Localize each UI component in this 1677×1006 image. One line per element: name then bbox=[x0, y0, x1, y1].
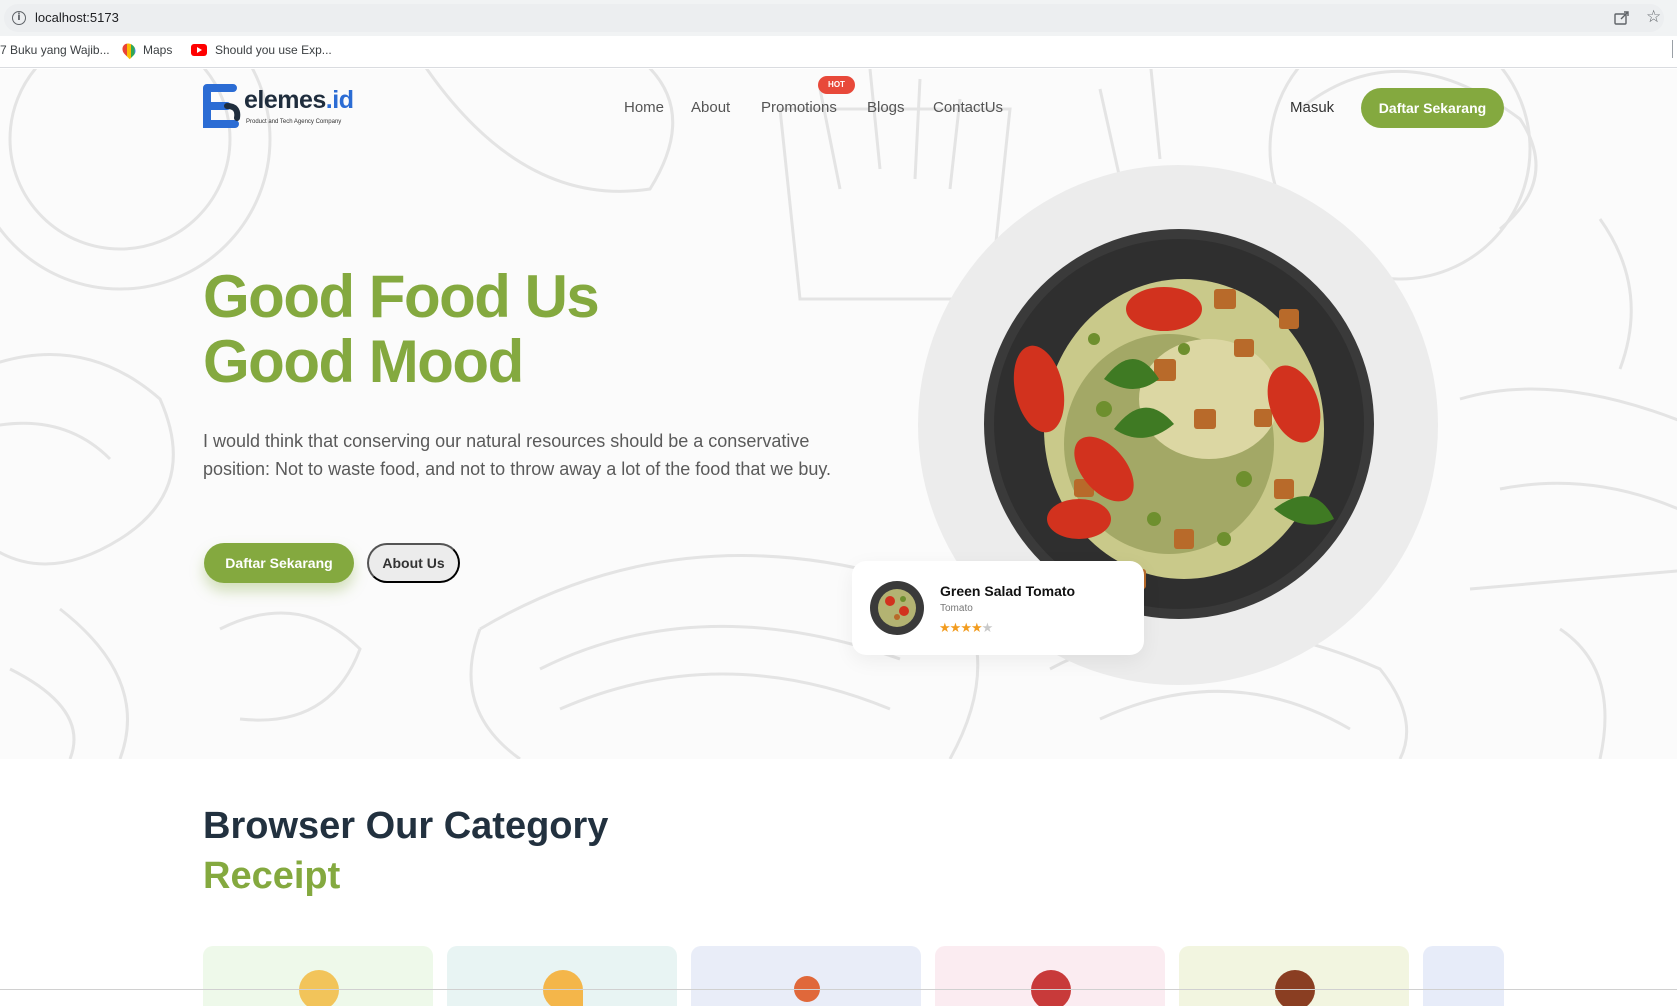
register-button[interactable]: Daftar Sekarang bbox=[1361, 88, 1504, 128]
site-info-icon[interactable]: i bbox=[12, 11, 26, 25]
about-us-button[interactable]: About Us bbox=[367, 543, 460, 583]
nav-link-home[interactable]: Home bbox=[624, 99, 664, 116]
taco-icon bbox=[543, 970, 583, 1006]
dish-title: Green Salad Tomato bbox=[940, 583, 1076, 599]
featured-dish-card[interactable]: Green Salad Tomato Tomato ★★★★★ bbox=[852, 561, 1144, 655]
bookmark-label: 7 Buku yang Wajib... bbox=[0, 43, 110, 57]
bookmark-item[interactable]: 7 Buku yang Wajib... bbox=[0, 43, 110, 57]
category-card[interactable] bbox=[691, 946, 921, 1006]
login-link[interactable]: Masuk bbox=[1290, 99, 1334, 116]
hero-description: I would think that conserving our natura… bbox=[203, 431, 832, 479]
logo-text-suffix: .id bbox=[325, 86, 354, 114]
logo-wordmark[interactable]: elemes.id bbox=[244, 86, 354, 115]
logo-text: elemes bbox=[244, 86, 326, 114]
share-icon[interactable] bbox=[1613, 9, 1631, 27]
category-card[interactable] bbox=[935, 946, 1165, 1006]
category-title: Browser Our Category bbox=[203, 805, 609, 847]
star-filled-icon: ★ bbox=[939, 621, 951, 636]
category-subtitle: Receipt bbox=[203, 855, 341, 897]
category-card[interactable] bbox=[1423, 946, 1504, 1006]
browser-url-bar: i localhost:5173 ☆ bbox=[0, 0, 1677, 36]
bookmarks-divider bbox=[1672, 40, 1673, 58]
nav-link-promotions[interactable]: Promotions bbox=[761, 99, 837, 116]
nav-link-blogs[interactable]: Blogs bbox=[867, 99, 905, 116]
logo-subtitle: Product and Tech Agency Company bbox=[246, 119, 342, 125]
star-filled-icon: ★ bbox=[949, 621, 962, 636]
bookmark-label: Should you use Exp... bbox=[215, 43, 332, 57]
cookie-icon bbox=[299, 970, 339, 1006]
elemes-logo-icon bbox=[203, 84, 241, 128]
hero-register-button[interactable]: Daftar Sekarang bbox=[204, 543, 354, 583]
hot-badge: HOT bbox=[818, 76, 855, 94]
url-text[interactable]: localhost:5173 bbox=[35, 10, 119, 25]
maps-icon bbox=[119, 40, 139, 60]
bookmark-youtube[interactable]: Should you use Exp... bbox=[191, 43, 332, 57]
headline-line-1: Good Food Us bbox=[203, 263, 600, 330]
meat-icon bbox=[1031, 970, 1071, 1006]
burger-icon bbox=[1275, 970, 1315, 1006]
rating-stars: ★★★★★ bbox=[939, 621, 994, 636]
dish-thumbnail bbox=[870, 581, 924, 635]
bookmark-maps[interactable]: Maps bbox=[119, 40, 173, 60]
category-card[interactable] bbox=[203, 946, 433, 1006]
youtube-icon bbox=[191, 44, 207, 56]
hero-headline: Good Food Us Good Mood bbox=[203, 263, 600, 395]
nav-link-contact[interactable]: ContactUs bbox=[933, 99, 1003, 116]
star-empty-icon: ★ bbox=[981, 621, 994, 636]
dish-subtitle: Tomato bbox=[940, 603, 973, 614]
bookmark-star-icon[interactable]: ☆ bbox=[1646, 7, 1664, 26]
address-field[interactable] bbox=[4, 4, 1664, 32]
star-filled-icon: ★ bbox=[960, 621, 972, 636]
bookmarks-bar: 7 Buku yang Wajib... Maps Should you use… bbox=[0, 36, 1677, 68]
nav-link-about[interactable]: About bbox=[691, 99, 730, 116]
star-filled-icon: ★ bbox=[970, 621, 983, 636]
category-card[interactable] bbox=[1179, 946, 1409, 1006]
category-card[interactable] bbox=[447, 946, 677, 1006]
bookmark-label: Maps bbox=[143, 43, 173, 57]
headline-line-2: Good Mood bbox=[203, 328, 524, 395]
